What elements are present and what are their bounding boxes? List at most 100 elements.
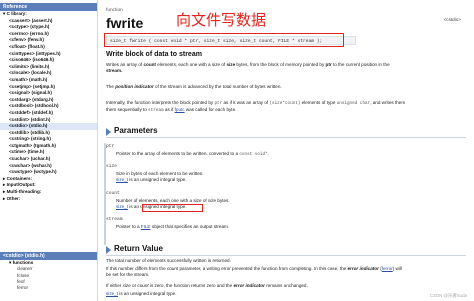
return-paragraph-3: If either size or count is zero, the fun… [106,283,461,289]
prototype-highlight-box [104,33,344,47]
page-title: fwrite [106,15,144,31]
count-desc-text3: is an [128,204,141,209]
return-value-title: Return Value [114,244,163,253]
count-desc-size: size [207,198,217,203]
sidebar-header-item[interactable]: <cinttypes> (inttypes.h) [0,51,97,58]
sidebar-header-item[interactable]: <cstdint> (stdint.h) [0,117,97,124]
desc1-count: count [143,62,156,67]
desc3-text2: as if it was an array of [222,100,270,105]
ptr-desc-type: const void* [239,152,268,157]
desc3-text3: elements of type [300,100,337,105]
count-size-t-link[interactable]: size_t [116,204,128,209]
sidebar-header-item[interactable]: <cerrno> (errno.h) [0,31,97,38]
desc3-text5: them sequentially to [106,107,149,112]
parameters-section-header: Parameters [106,126,466,138]
main-content: function fwrite 向文件写数据 <cstdio> size_t f… [103,0,471,301]
sidebar-header-item[interactable]: <cmath> (math.h) [0,77,97,84]
desc1-stream: stream. [106,68,123,73]
sidebar-header-item[interactable]: <ciso646> (iso646.h) [0,57,97,64]
ret2-count: count [166,266,179,271]
ret3-text4: remains unchanged. [264,283,308,288]
page-subtitle: Write block of data to stream [106,51,202,58]
param-size-name: size [106,164,118,169]
ret2-text4: be set for the stream. [106,272,150,277]
ret2-text2: parameter, a writing error prevented the… [178,266,348,271]
desc1-text: Writes an array of [106,62,144,67]
sidebar-header-item[interactable]: <cstdbool> (stdbool.h) [0,103,97,110]
param-stream-name: stream [106,217,123,222]
desc1-size: size [226,62,236,67]
sidebar-header-item[interactable]: <ctime> (time.h) [0,149,97,156]
sidebar-header-item[interactable]: <clocale> (locale.h) [0,70,97,77]
sidebar-header-item[interactable]: <cctype> (ctype.h) [0,24,97,31]
sidebar-stdio-header[interactable]: <cstdio> (stdio.h) [0,252,97,260]
count-desc-text: Number of elements, each one with a size… [116,198,208,203]
sidebar-category-label: Multi-threading: [6,189,42,195]
sidebar-function-list: clearerr fclose feof ferror [0,266,97,291]
desc1-text3: bytes, from the block of memory pointed … [235,62,326,67]
sidebar-c-library-label: C library: [6,11,27,16]
section-triangle-icon [106,246,111,254]
sidebar-c-library-category[interactable]: ▾ C library: [0,11,97,18]
desc1-text2: elements, each one with a size of [155,62,227,67]
stream-desc-text2: object that specifies an output stream. [150,224,230,229]
return-paragraph-2: If this number differs from the count pa… [106,266,461,278]
sidebar-function-item[interactable]: ferror [0,285,97,291]
sidebar-header-item[interactable]: <cstddef> (stddef.h) [0,110,97,117]
desc3-text: Internally, the function interprets the … [106,100,215,105]
chinese-annotation: 向文件写数据 [176,11,267,29]
sidebar-header-item[interactable]: <cstdarg> (stdarg.h) [0,97,97,104]
ret4-text: is an unsigned integral type. [118,291,177,296]
size-desc-text2: is an unsigned integral type. [128,177,187,182]
sidebar-category-item[interactable]: ▸ Containers: [0,176,97,183]
ret2-text3: ) will [392,266,402,271]
section-triangle-icon [106,128,111,136]
sidebar-header-item[interactable]: <cassert> (assert.h) [0,18,97,25]
param-count-name: count [106,191,120,196]
ret3-error-indicator: error indicator [233,283,265,288]
sidebar-functions-label: functions [12,260,34,265]
ret3-text: If either [106,283,123,288]
desc3-text7: was called for each byte. [184,107,237,112]
desc3-text6: as if [163,107,175,112]
sidebar-header-item[interactable]: <cstring> (string.h) [0,136,97,143]
sidebar-header-item[interactable]: <cfenv> (fenv.h) [0,37,97,44]
sidebar: Reference ▾ C library: <cassert> (assert… [0,0,98,301]
sidebar-header-item[interactable]: <cwctype> (wctype.h) [0,169,97,176]
ptr-desc-text: Pointer to the array of elements to be w… [116,151,240,156]
sidebar-header-item[interactable]: <csignal> (signal.h) [0,90,97,97]
sidebar-category-item[interactable]: ▸ Input/Output: [0,182,97,189]
return-paragraph-1: The total number of elements successfull… [106,258,231,263]
desc3-stream: stream [148,108,164,113]
ret2-text: If this number differs from the [106,266,167,271]
param-stream-description: Pointer to a FILE object that specifies … [116,224,461,230]
sidebar-header-item[interactable]: <cuchar> (uchar.h) [0,156,97,163]
description-paragraph-3: Internally, the function interprets the … [106,100,461,114]
return-value-section-header: Return Value [106,244,466,256]
header-tag[interactable]: <cstdio> [444,17,461,22]
ret-size-t-link[interactable]: size_t [106,291,118,296]
sidebar-header-item[interactable]: <ctgmath> (tgmath.h) [0,143,97,150]
sidebar-header-item[interactable]: <cstdlib> (stdlib.h) [0,130,97,137]
sidebar-category-item[interactable]: ▸ Multi-threading: [0,189,97,196]
param-size-description: Size in bytes of each element to be writ… [116,171,461,183]
return-paragraph-4: size_t is an unsigned integral type. [106,291,461,297]
fputc-link[interactable]: fputc [175,107,185,112]
ferror-link[interactable]: ferror [382,266,393,271]
sidebar-header-list: <cassert> (assert.h) <cctype> (ctype.h) <c… [0,18,97,176]
sidebar-category-item[interactable]: ▸ Other: [0,196,97,203]
sidebar-category-list: ▸ Containers: ▸ Input/Output: ▸ Multi-thre… [0,176,97,202]
sidebar-header-item[interactable]: <cwchar> (wchar.h) [0,163,97,170]
ret3-size: size [122,283,131,288]
sidebar-reference-header[interactable]: Reference [0,3,97,11]
desc2-text2: of the stream is advanced by the total n… [153,84,282,89]
sidebar-category-label: Containers: [6,175,33,181]
sidebar-header-item[interactable]: <csetjmp> (setjmp.h) [0,84,97,91]
size-t-link[interactable]: size_t [116,177,128,182]
desc2-position-indicator: position indicator [115,84,154,89]
ret3-count: count [137,283,149,288]
sidebar-header-item[interactable]: <climits> (limits.h) [0,64,97,71]
sidebar-header-item[interactable]: <cfloat> (float.h) [0,44,97,51]
sidebar-header-item[interactable]: <cstdio> (stdio.h) [0,123,97,130]
ret2-error-indicator: error indicator [347,266,379,271]
